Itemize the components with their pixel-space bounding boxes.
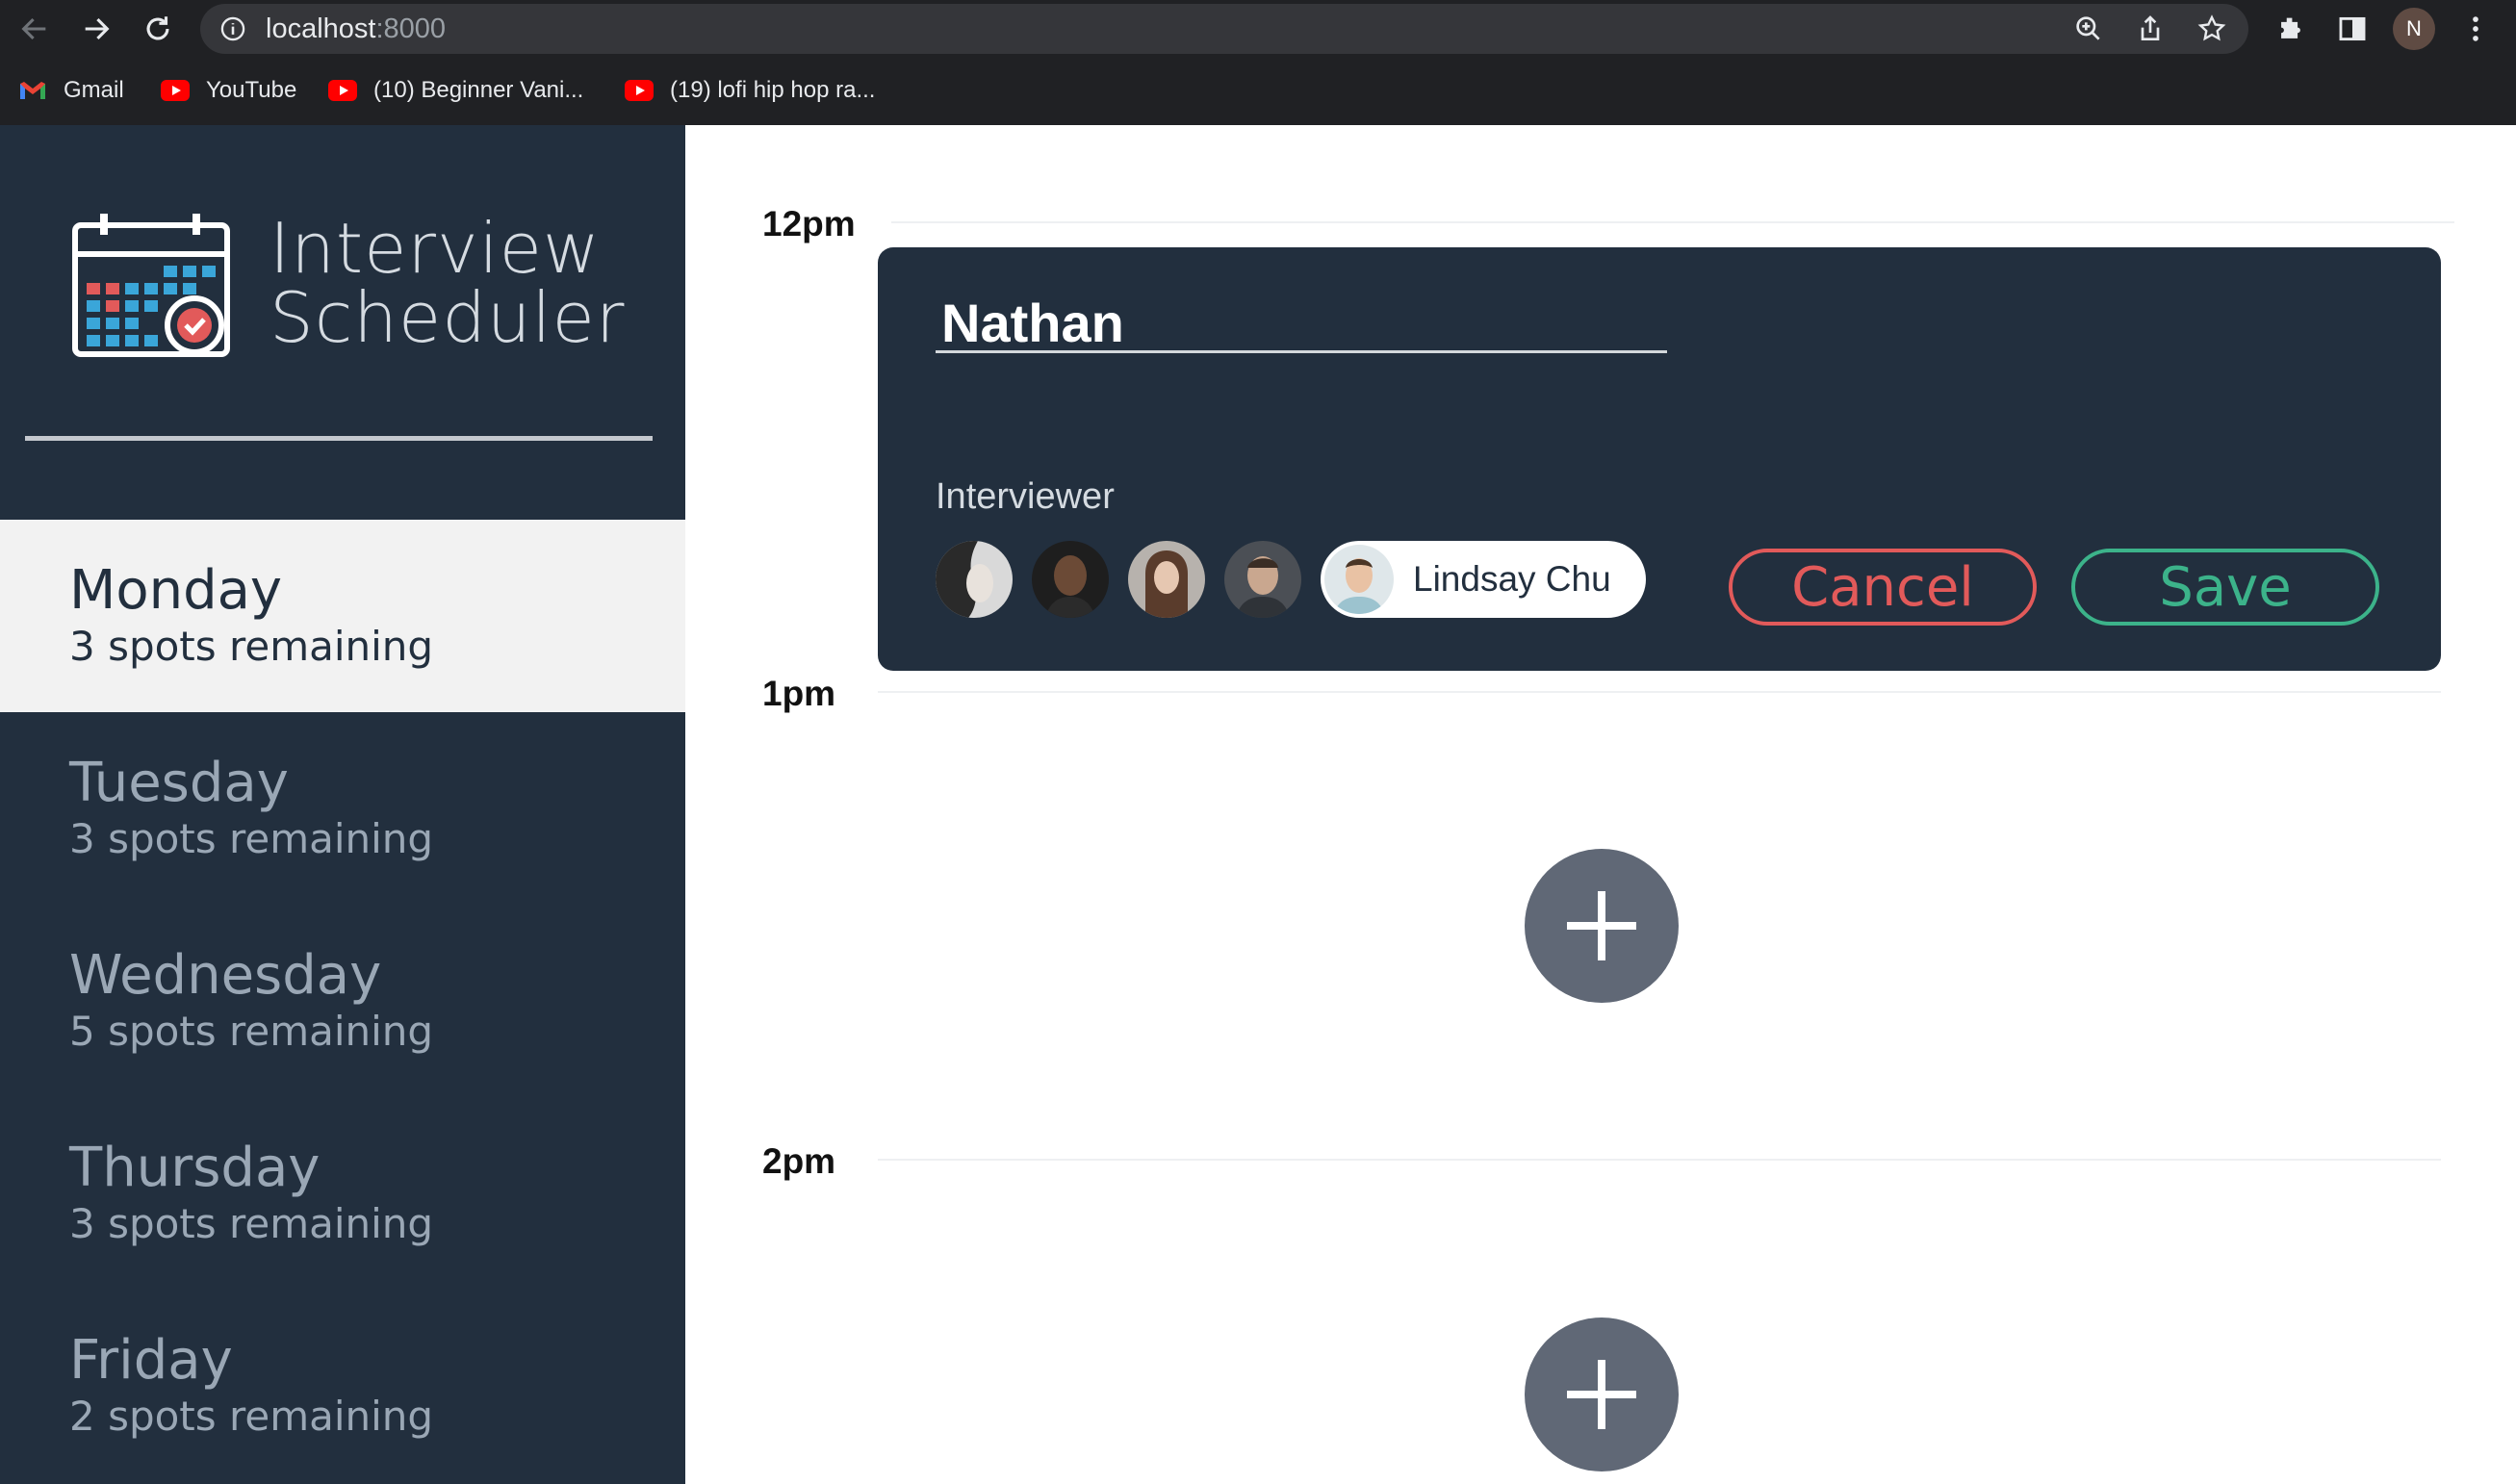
browser-chrome: localhost:8000 N Gmail YouTube (10) Begi… <box>0 0 2516 125</box>
hour-label-1pm: 1pm <box>762 674 836 713</box>
hour-divider <box>891 221 2454 223</box>
zoom-icon[interactable] <box>2073 13 2104 44</box>
day-name: Wednesday <box>69 944 382 1007</box>
plus-icon <box>1567 891 1636 960</box>
cancel-button[interactable]: Cancel <box>1729 549 2037 626</box>
app-title: Interview Scheduler <box>270 208 626 358</box>
bookmark-beginner-vani[interactable]: (10) Beginner Vani... <box>327 73 583 108</box>
youtube-icon <box>160 80 191 101</box>
bookmarks-bar: Gmail YouTube (10) Beginner Vani... (19)… <box>0 67 2516 114</box>
bookmark-gmail[interactable]: Gmail <box>17 73 124 108</box>
add-appointment-button[interactable] <box>1525 1318 1679 1471</box>
day-spots: 3 spots remaining <box>69 623 434 670</box>
hour-divider <box>878 691 2441 693</box>
add-appointment-button[interactable] <box>1525 849 1679 1003</box>
calendar-logo-icon <box>72 214 230 357</box>
hour-label-12pm: 12pm <box>762 204 856 243</box>
day-name: Monday <box>69 559 283 622</box>
interviewer-avatar[interactable] <box>1128 541 1205 618</box>
interviewer-name: Lindsay Chu <box>1413 559 1611 599</box>
interviewer-avatar <box>1324 545 1394 614</box>
day-name: Friday <box>69 1329 233 1392</box>
address-bar[interactable]: localhost:8000 <box>200 4 2248 54</box>
interviewer-label: Interviewer <box>936 476 1115 517</box>
day-item-monday[interactable]: Monday 3 spots remaining <box>0 520 685 712</box>
sidebar: Interview Scheduler Monday 3 spots remai… <box>0 125 685 1484</box>
day-item-wednesday[interactable]: Wednesday 5 spots remaining <box>0 905 685 1097</box>
youtube-icon <box>327 80 358 101</box>
day-spots: 3 spots remaining <box>69 815 434 862</box>
sidebar-divider <box>25 436 653 441</box>
hour-label-2pm: 2pm <box>762 1141 836 1181</box>
profile-avatar[interactable]: N <box>2393 8 2435 50</box>
day-spots: 2 spots remaining <box>69 1393 434 1440</box>
interviewer-selected[interactable]: Lindsay Chu <box>1321 541 1646 618</box>
day-item-friday[interactable]: Friday 2 spots remaining <box>0 1290 685 1482</box>
site-info-icon[interactable] <box>219 15 246 42</box>
extensions-icon[interactable] <box>2270 8 2312 50</box>
save-button[interactable]: Save <box>2071 549 2379 626</box>
day-spots: 3 spots remaining <box>69 1200 434 1247</box>
bookmark-lofi[interactable]: (19) lofi hip hop ra... <box>624 73 875 108</box>
day-name: Thursday <box>69 1137 321 1199</box>
day-item-thursday[interactable]: Thursday 3 spots remaining <box>0 1097 685 1290</box>
address-url[interactable]: localhost:8000 <box>266 13 446 44</box>
interviewer-avatar[interactable] <box>1224 541 1301 618</box>
share-icon[interactable] <box>2135 13 2166 44</box>
interviewer-avatar[interactable] <box>936 541 1013 618</box>
appointment-form: Interviewer Lindsay Chu Cancel Save <box>878 247 2441 671</box>
reload-icon[interactable] <box>137 8 179 50</box>
bookmark-star-icon[interactable] <box>2196 13 2227 44</box>
day-name: Tuesday <box>69 752 289 814</box>
plus-icon <box>1567 1360 1636 1429</box>
hour-divider <box>878 1159 2441 1161</box>
back-arrow-icon[interactable] <box>13 8 56 50</box>
side-panel-icon[interactable] <box>2331 8 2374 50</box>
forward-arrow-icon[interactable] <box>75 8 117 50</box>
interviewer-avatar[interactable] <box>1032 541 1109 618</box>
bookmark-youtube[interactable]: YouTube <box>160 73 296 108</box>
more-menu-icon[interactable] <box>2454 8 2497 50</box>
student-name-input[interactable] <box>936 295 1667 353</box>
youtube-icon <box>624 80 655 101</box>
schedule: 12pm Interviewer Lindsay Chu <box>685 125 2516 1484</box>
day-item-tuesday[interactable]: Tuesday 3 spots remaining <box>0 712 685 905</box>
day-spots: 5 spots remaining <box>69 1008 434 1055</box>
gmail-icon <box>17 80 48 101</box>
